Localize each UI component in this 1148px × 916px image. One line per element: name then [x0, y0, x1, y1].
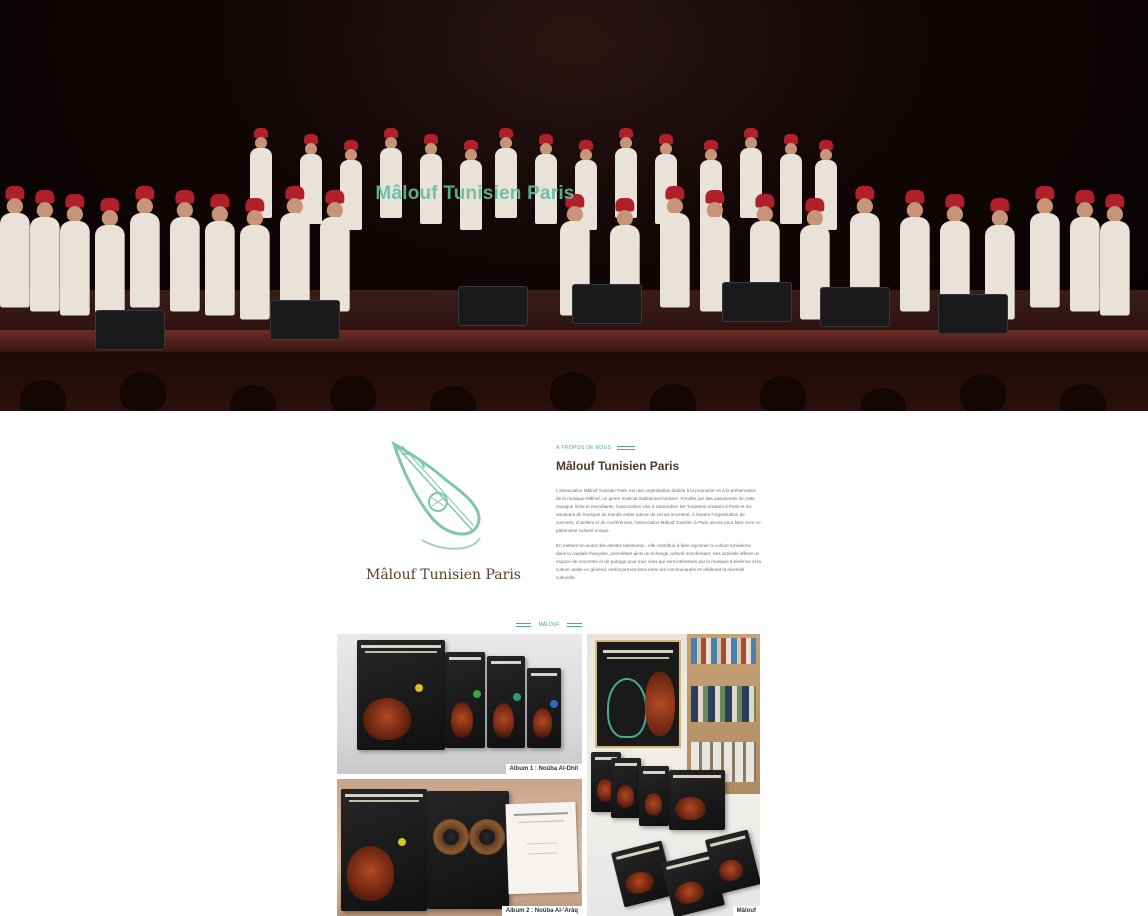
audience-head	[960, 374, 1006, 411]
gallery-item-album-1[interactable]: Album 1 : Noûba Al-Dhîl	[337, 634, 582, 774]
oud-logo-icon	[391, 440, 481, 550]
gallery-caption: Mâlouf	[732, 906, 760, 916]
stage-speaker	[722, 282, 792, 322]
dvd-case-open	[427, 791, 509, 909]
stage-speaker	[938, 294, 1008, 334]
gallery-item-malouf[interactable]: Mâlouf	[587, 634, 760, 916]
audience-head	[120, 372, 166, 411]
gallery-item-album-2[interactable]: Album 2 : Noûba Al-'Arâq	[337, 779, 582, 916]
stage-speaker	[572, 284, 642, 324]
audience-head	[550, 372, 596, 411]
dvd-case	[669, 770, 725, 830]
hero-title: Mâlouf Tunisien Paris	[375, 183, 575, 204]
gallery-caption: Album 1 : Noûba Al-Dhîl	[505, 764, 582, 774]
about-eyebrow: À PROPOS DE NOUS	[556, 443, 762, 453]
about-paragraph-2: En mettant en avant des artistes talentu…	[556, 543, 761, 581]
about-eyebrow-label: À PROPOS DE NOUS	[556, 445, 612, 451]
eyebrow-decoration	[567, 623, 582, 627]
eyebrow-decoration	[617, 446, 636, 450]
about-paragraph-1: L'association Mâlouf Tunisien Paris est …	[556, 488, 761, 533]
stage-speaker	[95, 310, 165, 350]
dvd-case	[527, 668, 561, 748]
dvd-case	[341, 789, 427, 911]
dvd-case	[487, 656, 525, 748]
stage-speaker	[458, 286, 528, 326]
eyebrow-decoration	[516, 623, 531, 627]
gallery-caption: Album 2 : Noûba Al-'Arâq	[501, 906, 582, 916]
audience-head	[760, 376, 806, 411]
gallery-eyebrow: MÂLOUF	[512, 622, 586, 628]
about-section: À PROPOS DE NOUS Mâlouf Tunisien Paris L…	[556, 443, 762, 582]
about-heading: Mâlouf Tunisien Paris	[556, 459, 680, 473]
logo-wordmark: Mâlouf Tunisien Paris	[366, 567, 521, 583]
booklet	[505, 801, 579, 895]
stage-speaker	[820, 287, 890, 327]
dvd-case	[445, 652, 485, 748]
association-logo: Mâlouf Tunisien Paris	[362, 440, 534, 590]
gallery-eyebrow-label: MÂLOUF	[538, 622, 560, 628]
audience-head	[330, 375, 376, 411]
hero-banner: Mâlouf Tunisien Paris	[0, 0, 1148, 411]
stage-speaker	[270, 300, 340, 340]
dvd-case	[357, 640, 445, 750]
dvd-case	[611, 758, 641, 818]
dvd-case	[639, 766, 669, 826]
poster	[595, 640, 681, 748]
